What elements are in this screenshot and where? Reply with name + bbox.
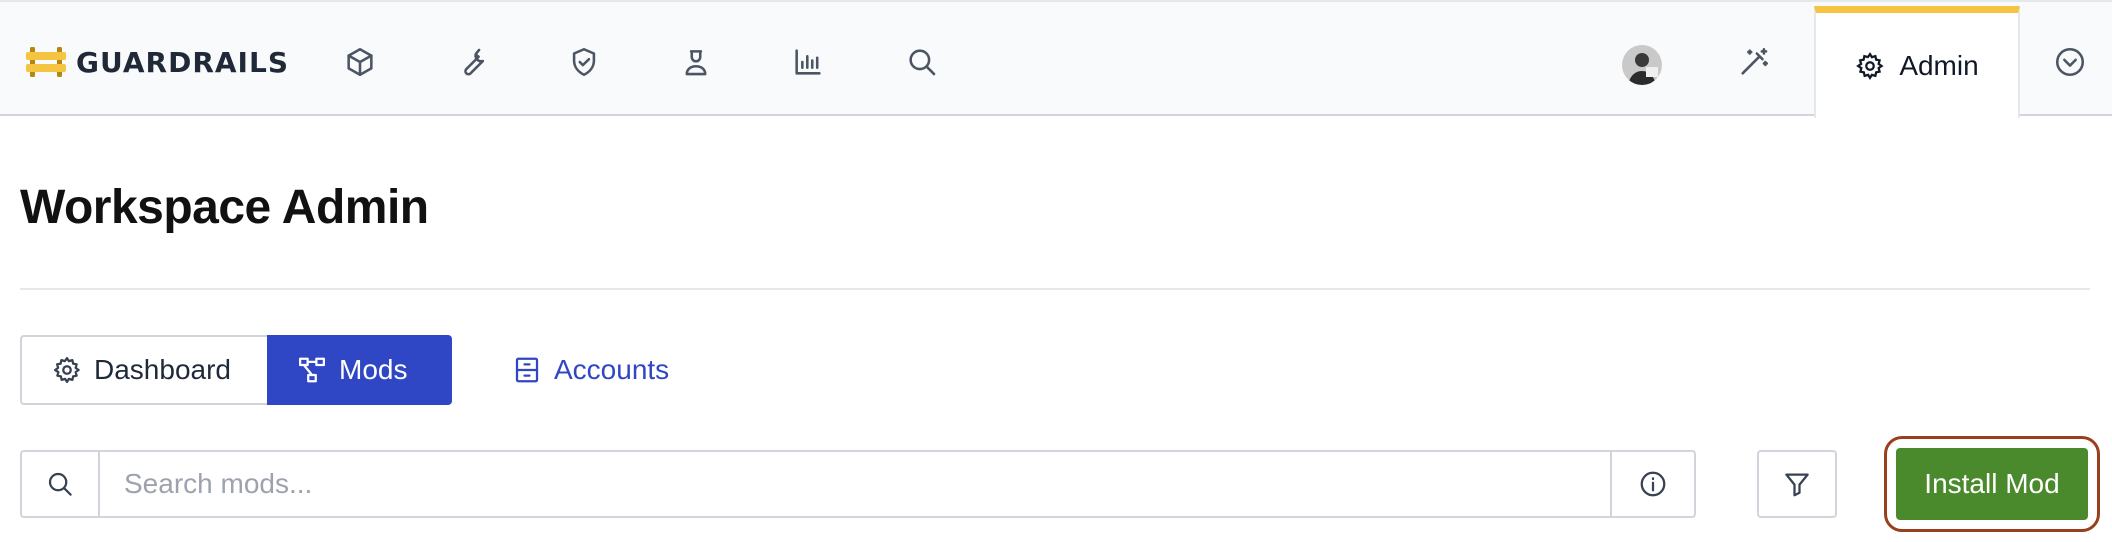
cabinet-icon: [515, 357, 539, 383]
search-icon-box: [22, 452, 100, 516]
chevron-down-circle-icon: [2055, 47, 2085, 77]
filter-button[interactable]: [1757, 450, 1837, 518]
search-bar: [20, 450, 1696, 518]
hierarchy-icon: [299, 357, 325, 383]
user-avatar[interactable]: [1622, 45, 1662, 85]
gear-icon: [54, 357, 80, 383]
search-input[interactable]: [100, 452, 1610, 516]
nav-tab-admin[interactable]: Admin: [1814, 6, 2020, 118]
tab-dashboard-label: Dashboard: [94, 354, 231, 385]
nav-users-button[interactable]: [676, 42, 716, 82]
search-help-button[interactable]: [1610, 452, 1694, 516]
brand-name: GUARDRAILS: [76, 45, 289, 79]
nav-search-button[interactable]: [902, 42, 942, 82]
nav-tools-button[interactable]: [452, 42, 492, 82]
magic-wand-icon: [1741, 47, 1769, 75]
gear-icon: [1856, 51, 1884, 80]
section-tabs: Dashboard Mods Accounts: [20, 335, 669, 405]
tab-dashboard[interactable]: Dashboard: [20, 335, 267, 405]
shield-check-icon: [572, 47, 596, 77]
search-icon: [909, 49, 936, 76]
nav-tab-admin-label: Admin: [1899, 49, 1979, 81]
user-icon: [685, 50, 707, 76]
tab-mods-label: Mods: [339, 354, 408, 385]
tab-mods[interactable]: Mods: [267, 335, 452, 405]
page-title: Workspace Admin: [20, 181, 429, 234]
tab-accounts[interactable]: Accounts: [512, 335, 669, 405]
bar-chart-icon: [795, 49, 821, 75]
info-icon: [1640, 471, 1666, 497]
cube-icon: [347, 47, 373, 77]
nav-assistant-button[interactable]: [1734, 42, 1774, 82]
guardrails-logo-icon: [26, 47, 66, 77]
install-mod-button[interactable]: Install Mod: [1896, 448, 2088, 520]
tab-accounts-label: Accounts: [554, 354, 670, 385]
nav-policies-button[interactable]: [564, 42, 604, 82]
title-divider: [20, 288, 2090, 290]
top-navigation-bar: GUARDRAILS Admin: [0, 0, 2112, 118]
nav-more-menu-button[interactable]: [2050, 42, 2090, 82]
nav-resources-button[interactable]: [340, 42, 380, 82]
search-icon: [48, 472, 72, 496]
filter-icon: [1785, 473, 1809, 497]
brand-logo[interactable]: GUARDRAILS: [26, 44, 289, 80]
wrench-icon: [464, 48, 485, 76]
nav-reports-button[interactable]: [788, 42, 828, 82]
